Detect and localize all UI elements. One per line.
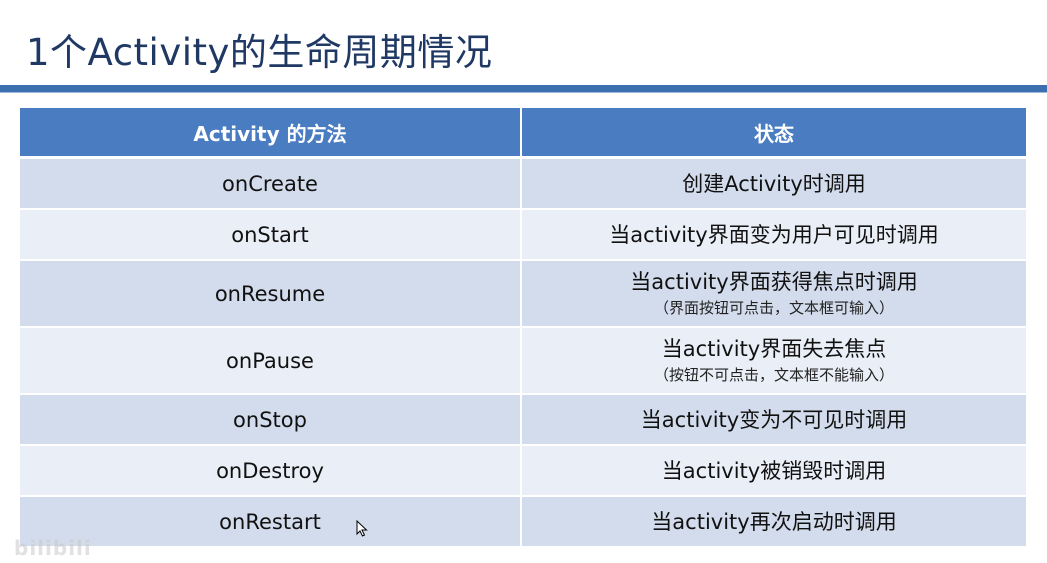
- slide-title: 1个Activity的生命周期情况: [26, 31, 493, 74]
- state-text: 当activity变为不可见时调用: [640, 407, 908, 432]
- method-cell: onResume: [20, 261, 522, 328]
- table-row: onPause 当activity界面失去焦点 （按钮不可点击，文本框不能输入）: [20, 328, 1026, 395]
- bilibili-watermark: bilibili: [14, 536, 92, 560]
- state-cell: 当activity再次启动时调用: [522, 497, 1026, 548]
- table-row: onStop 当activity变为不可见时调用: [20, 395, 1026, 446]
- lifecycle-table: Activity 的方法 状态 onCreate 创建Activity时调用 o…: [20, 108, 1026, 548]
- method-cell: onStart: [20, 210, 522, 261]
- method-cell: onRestart: [20, 497, 522, 548]
- state-note: （界面按钮可点击，文本框可输入）: [653, 299, 894, 317]
- state-cell: 创建Activity时调用: [522, 159, 1026, 210]
- state-cell: 当activity界面变为用户可见时调用: [522, 210, 1026, 261]
- table-row: onRestart 当activity再次启动时调用: [20, 497, 1026, 548]
- title-divider: [0, 85, 1047, 93]
- table-header-row: Activity 的方法 状态: [20, 108, 1026, 159]
- method-cell: onDestroy: [20, 446, 522, 497]
- state-cell: 当activity界面获得焦点时调用 （界面按钮可点击，文本框可输入）: [522, 261, 1026, 328]
- method-cell: onPause: [20, 328, 522, 395]
- method-cell: onCreate: [20, 159, 522, 210]
- state-note: （按钮不可点击，文本框不能输入）: [653, 366, 894, 384]
- state-text: 当activity再次启动时调用: [651, 509, 897, 534]
- state-cell: 当activity界面失去焦点 （按钮不可点击，文本框不能输入）: [522, 328, 1026, 395]
- state-cell: 当activity变为不可见时调用: [522, 395, 1026, 446]
- table-row: onDestroy 当activity被销毁时调用: [20, 446, 1026, 497]
- method-cell: onStop: [20, 395, 522, 446]
- state-text: 当activity被销毁时调用: [661, 458, 887, 483]
- table-row: onStart 当activity界面变为用户可见时调用: [20, 210, 1026, 261]
- header-method: Activity 的方法: [20, 108, 522, 159]
- state-text: 当activity界面变为用户可见时调用: [609, 222, 939, 247]
- table-row: onResume 当activity界面获得焦点时调用 （界面按钮可点击，文本框…: [20, 261, 1026, 328]
- state-text: 创建Activity时调用: [682, 171, 866, 196]
- mouse-cursor-icon: [356, 520, 368, 537]
- state-text: 当activity界面获得焦点时调用: [630, 270, 918, 294]
- state-cell: 当activity被销毁时调用: [522, 446, 1026, 497]
- table-row: onCreate 创建Activity时调用: [20, 159, 1026, 210]
- header-state: 状态: [522, 108, 1026, 159]
- state-text: 当activity界面失去焦点: [661, 337, 887, 361]
